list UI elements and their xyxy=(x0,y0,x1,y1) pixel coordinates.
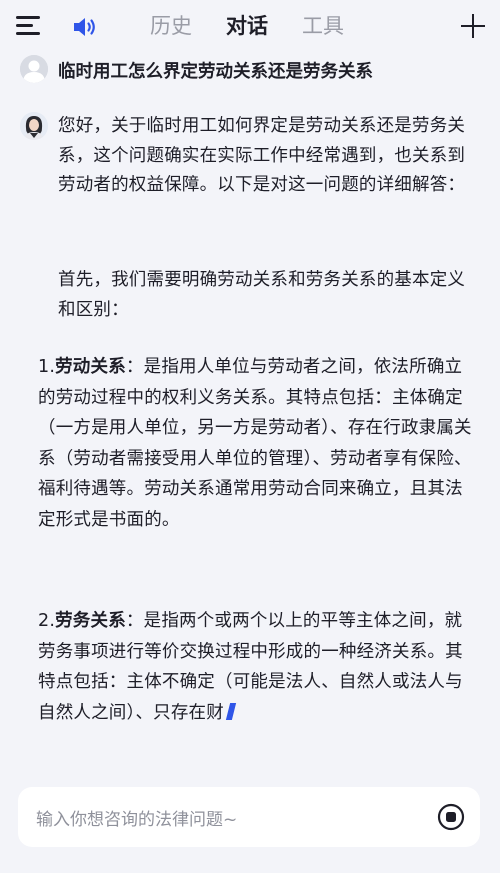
tab-tools[interactable]: 工具 xyxy=(302,11,344,41)
menu-icon[interactable] xyxy=(16,14,44,38)
list-item-labor-relation: 1.劳动关系：是指用人单位与劳动者之间，依法所确立的劳动过程中的权利义务关系。其… xyxy=(38,352,478,535)
list-text: ：是指用人单位与劳动者之间，依法所确立的劳动过程中的权利义务关系。其特点包括：主… xyxy=(38,357,472,530)
term-labor-relation: 劳动关系 xyxy=(55,357,126,377)
top-bar: 历史 对话 工具 xyxy=(0,0,500,54)
term-service-relation: 劳务关系 xyxy=(55,611,126,631)
new-chat-plus-icon[interactable] xyxy=(461,14,485,38)
input-placeholder: 输入你想咨询的法律问题~ xyxy=(36,810,238,830)
answer-intro: 您好，关于临时用工如何界定是劳动关系还是劳务关系，这个问题确实在实际工作中经常遇… xyxy=(58,116,466,195)
list-number: 1. xyxy=(38,357,56,377)
tab-history[interactable]: 历史 xyxy=(150,11,192,41)
list-item-service-relation: 2.劳务关系：是指两个或两个以上的平等主体之间，就劳务事项进行等价交换过程中形成… xyxy=(38,606,478,728)
tab-chat[interactable]: 对话 xyxy=(226,11,268,41)
speaker-icon[interactable] xyxy=(70,13,98,41)
question-text: 临时用工怎么界定劳动关系还是劳务关系 xyxy=(58,62,373,82)
list-number: 2. xyxy=(38,611,56,631)
user-avatar xyxy=(20,55,48,83)
tab-bar: 历史 对话 工具 xyxy=(150,11,378,41)
question-input[interactable]: 输入你想咨询的法律问题~ xyxy=(18,787,480,847)
user-question: 临时用工怎么界定劳动关系还是劳务关系 xyxy=(20,54,490,86)
answer-paragraph-2: 首先，我们需要明确劳动关系和劳务关系的基本定义和区别： xyxy=(58,270,466,320)
typing-cursor xyxy=(225,702,237,720)
assistant-avatar xyxy=(20,112,48,140)
stop-icon[interactable] xyxy=(436,802,466,832)
